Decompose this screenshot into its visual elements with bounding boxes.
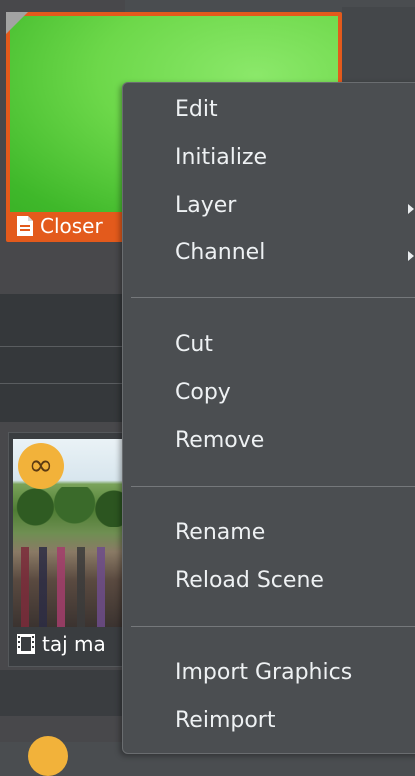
menu-separator: [131, 626, 415, 627]
menu-item-rename[interactable]: Rename: [175, 520, 265, 545]
menu-item-initialize[interactable]: Initialize: [175, 145, 267, 170]
menu-separator: [131, 297, 415, 298]
scene-tile-label: Closer: [40, 214, 103, 238]
tile-corner-marker: [6, 12, 28, 34]
submenu-arrow-icon: [408, 251, 414, 261]
menu-item-reimport[interactable]: Reimport: [175, 708, 275, 733]
menu-separator: [131, 486, 415, 487]
list-row[interactable]: [0, 294, 125, 346]
list-row[interactable]: [0, 347, 125, 383]
film-icon: [16, 633, 36, 655]
scene-tile-label: taj ma: [42, 632, 106, 656]
menu-item-reload-scene[interactable]: Reload Scene: [175, 568, 324, 593]
menu-item-channel[interactable]: Channel: [175, 240, 265, 265]
document-icon: [16, 215, 34, 237]
menu-item-cut[interactable]: Cut: [175, 332, 213, 357]
menu-item-import-graphics[interactable]: Import Graphics: [175, 660, 352, 685]
list-row[interactable]: [0, 670, 125, 716]
menu-item-copy[interactable]: Copy: [175, 380, 231, 405]
menu-item-edit[interactable]: Edit: [175, 97, 218, 122]
scene-badge: [28, 736, 68, 776]
loop-icon: ∞: [18, 443, 64, 489]
list-row[interactable]: [0, 384, 125, 422]
menu-item-layer[interactable]: Layer: [175, 193, 236, 218]
menu-item-remove[interactable]: Remove: [175, 428, 264, 453]
submenu-arrow-icon: [408, 204, 414, 214]
context-menu: Edit Initialize Layer Channel Cut Copy R…: [122, 82, 415, 754]
